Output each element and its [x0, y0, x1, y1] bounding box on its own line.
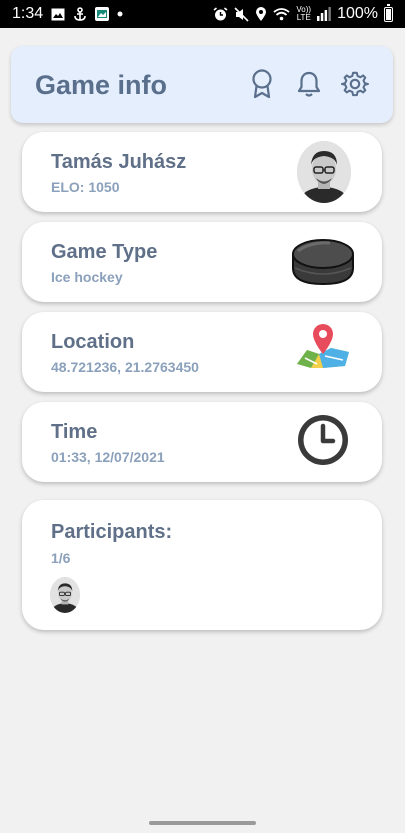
map-pin-icon [295, 320, 351, 377]
bell-icon[interactable] [295, 69, 323, 99]
mute-icon [234, 6, 249, 22]
participants-label: Participants: [51, 521, 173, 543]
clock-icon [295, 412, 351, 473]
battery-icon [384, 3, 393, 22]
alarm-icon [213, 6, 228, 22]
participants-card[interactable]: Participants: 1/6 [22, 500, 382, 630]
home-indicator[interactable] [149, 821, 256, 825]
wifi-icon [273, 7, 290, 21]
hockey-puck-icon [290, 236, 356, 293]
gear-icon[interactable] [341, 69, 369, 99]
location-coords: 48.721236, 21.2763450 [51, 359, 199, 375]
status-bar: 1:34 Vo)) LTE 100% [0, 0, 405, 28]
game-type-value: Ice hockey [51, 269, 123, 285]
signal-icon [317, 7, 331, 21]
status-time: 1:34 [12, 5, 44, 22]
volte-icon: Vo)) LTE [296, 5, 312, 22]
image-icon [51, 8, 65, 21]
location-icon [255, 6, 267, 22]
time-value: 01:33, 12/07/2021 [51, 449, 165, 465]
player-avatar [297, 141, 351, 203]
location-card[interactable]: Location 48.721236, 21.2763450 [22, 312, 382, 392]
location-label: Location [51, 331, 135, 353]
time-label: Time [51, 421, 98, 443]
player-name: Tamás Juhász [51, 151, 187, 173]
battery-percent: 100% [337, 5, 378, 22]
award-icon[interactable] [248, 69, 276, 99]
game-type-card[interactable]: Game Type Ice hockey [22, 222, 382, 302]
time-card[interactable]: Time 01:33, 12/07/2021 [22, 402, 382, 482]
anchor-icon [73, 6, 87, 22]
app-icon [95, 7, 110, 21]
header-bar: Game info [11, 46, 393, 123]
player-elo: ELO: 1050 [51, 179, 120, 195]
notification-dot [117, 11, 123, 17]
participants-count: 1/6 [51, 550, 71, 566]
participant-avatar[interactable] [50, 577, 80, 613]
page-title: Game info [35, 70, 168, 100]
player-card[interactable]: Tamás Juhász ELO: 1050 [22, 132, 382, 212]
game-type-label: Game Type [51, 241, 158, 263]
